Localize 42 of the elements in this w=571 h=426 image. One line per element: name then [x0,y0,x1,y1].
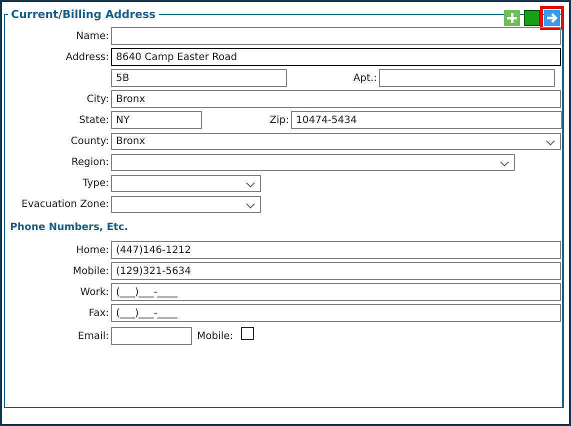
text-field[interactable]: (___)___-____ [111,304,561,322]
next-arrow-icon[interactable] [544,10,560,26]
field-label: State: [78,114,110,126]
dropdown[interactable]: Bronx [111,132,561,150]
dropdown[interactable] [111,196,261,212]
chevron-down-icon [546,140,555,146]
text-field[interactable] [379,69,555,87]
field-label: Apt.: [352,72,378,84]
field-label: Work: [79,286,110,298]
chevron-down-icon [500,160,509,166]
add-icon[interactable] [504,10,520,26]
text-field[interactable] [111,27,561,45]
text-field[interactable] [111,327,192,345]
dropdown[interactable] [111,154,515,170]
chevron-down-icon [246,202,255,208]
dropdown[interactable] [111,174,261,192]
field-label: Fax: [88,308,110,318]
field-label: Address: [64,52,110,62]
field-label: Mobile: [72,266,110,276]
field-label: Email: [76,330,110,342]
text-field[interactable]: (129)321-5634 [111,262,561,280]
phone-section-title: Phone Numbers, Etc. [10,222,130,233]
square-icon[interactable] [524,10,540,26]
field-label: Type: [82,178,110,188]
text-field[interactable]: 10474-5434 [291,111,562,129]
text-field[interactable]: (447)146-1212 [111,241,561,259]
field-label: Evacuation Zone: [20,198,110,210]
text-field[interactable]: NY [111,111,202,129]
chevron-down-icon [246,182,255,188]
field-label: Name: [75,30,110,42]
field-label: Home: [75,244,110,256]
text-field[interactable]: Bronx [111,90,561,108]
field-label: County: [70,136,110,146]
text-field[interactable]: 8640 Camp Easter Road [111,48,561,66]
section-title: Current/Billing Address [10,8,157,21]
field-label: City: [86,94,110,104]
field-label: Mobile: [196,330,234,342]
text-field[interactable]: 5B [111,69,287,87]
field-label: Zip: [268,114,290,126]
text-field[interactable]: (___)___-____ [111,283,561,301]
checkbox[interactable] [241,327,254,340]
field-label: Region: [70,156,110,168]
